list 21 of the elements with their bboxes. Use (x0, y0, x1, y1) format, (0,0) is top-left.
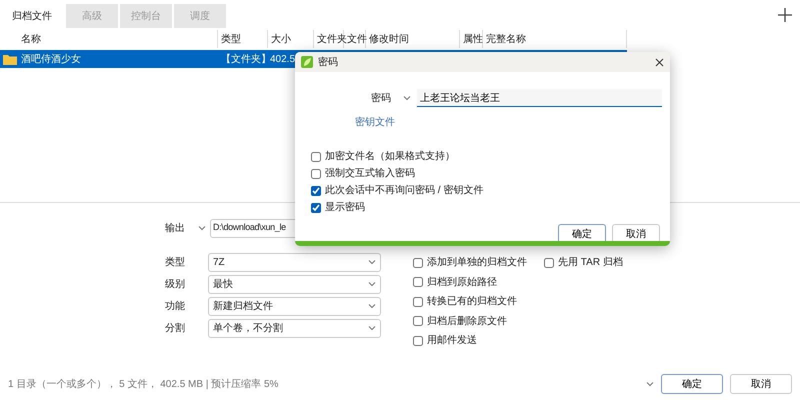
checkbox-label: 添加到单独的归档文件 (427, 256, 527, 270)
table-cell-text: 酒吧侍酒少女 (20, 52, 82, 66)
checkbox-label: 显示密码 (325, 200, 365, 215)
checkbox-label: 强制交互式输入密码 (325, 166, 415, 181)
field-label: 功能 (165, 300, 186, 314)
checkbox-label: 加密文件名（如果格式支持） (325, 150, 455, 164)
dialog-title: 密码 (318, 56, 338, 70)
checkbox-label: 用邮件发送 (427, 334, 477, 348)
checkbox-label: 先用 TAR 归档 (558, 256, 623, 270)
checkbox-label: 转换已有的归档文件 (427, 294, 517, 310)
table-cell-text: 【文件夹】 (220, 52, 268, 66)
table-cell-text: 402.5 (269, 52, 296, 66)
field-label: 级别 (165, 278, 186, 292)
checkbox-label: 归档后删除原文件 (427, 314, 507, 329)
field-label: 密码 (371, 92, 391, 106)
field-label: 分割 (165, 322, 186, 336)
field-label: 输出 (165, 222, 186, 236)
status-text: 1 目录（一个或多个）， 5 文件， 402.5 MB | 预计压缩率 5% (8, 378, 278, 392)
checkbox-label: 此次会话中不再询问密码 / 密钥文件 (325, 184, 484, 198)
field-label: 类型 (165, 256, 186, 270)
checkbox-label: 归档到原始路径 (427, 276, 497, 290)
